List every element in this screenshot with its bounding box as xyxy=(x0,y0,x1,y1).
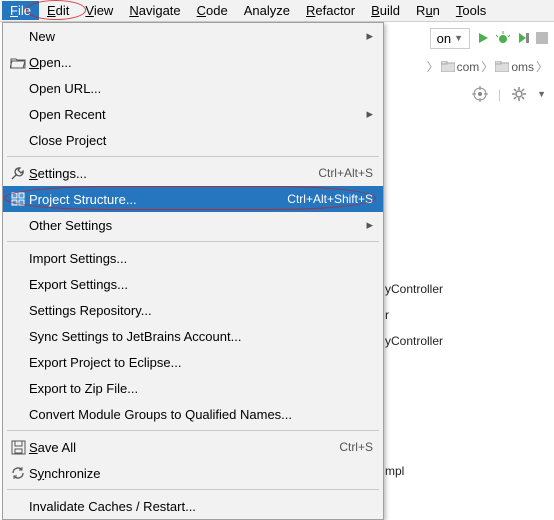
menu-item-synchronize[interactable]: Synchronize xyxy=(3,460,383,486)
save-icon xyxy=(7,440,29,455)
menu-item-label: Export to Zip File... xyxy=(29,381,373,396)
chevron-down-icon: ▼ xyxy=(454,33,463,43)
menu-item-export-settings[interactable]: Export Settings... xyxy=(3,271,383,297)
menubar-item-view[interactable]: View xyxy=(77,1,121,20)
menubar-item-tools[interactable]: Tools xyxy=(448,1,494,20)
menubar-item-edit[interactable]: Edit xyxy=(39,1,77,20)
menu-item-open-recent[interactable]: Open Recent▸ xyxy=(3,101,383,127)
menu-item-export-to-zip-file[interactable]: Export to Zip File... xyxy=(3,375,383,401)
menubar-item-refactor[interactable]: Refactor xyxy=(298,1,363,20)
sync-icon xyxy=(7,465,29,481)
menu-item-label: Import Settings... xyxy=(29,251,373,266)
menubar-item-build[interactable]: Build xyxy=(363,1,408,20)
menu-shortcut: Ctrl+Alt+Shift+S xyxy=(287,192,373,206)
file-menu-dropdown: New▸Open...Open URL...Open Recent▸Close … xyxy=(2,22,384,520)
menu-item-label: Settings... xyxy=(29,166,318,181)
menu-item-settings-repository[interactable]: Settings Repository... xyxy=(3,297,383,323)
menu-item-new[interactable]: New▸ xyxy=(3,23,383,49)
menu-item-label: Other Settings xyxy=(29,218,366,233)
run-config-label: on xyxy=(437,31,451,46)
modules-icon xyxy=(7,191,29,207)
menu-shortcut: Ctrl+Alt+S xyxy=(318,166,373,180)
menu-item-label: Save All xyxy=(29,440,339,455)
menu-separator xyxy=(7,156,379,157)
menu-item-label: Export Settings... xyxy=(29,277,373,292)
menu-item-save-all[interactable]: Save AllCtrl+S xyxy=(3,434,383,460)
chevron-right-icon: 〉 xyxy=(481,58,493,75)
chevron-down-icon[interactable]: ▼ xyxy=(537,89,546,99)
menu-item-label: New xyxy=(29,29,366,44)
debug-icon[interactable] xyxy=(496,31,510,45)
wrench-icon xyxy=(7,165,29,181)
menubar-item-code[interactable]: Code xyxy=(189,1,236,20)
menu-item-close-project[interactable]: Close Project xyxy=(3,127,383,153)
submenu-arrow-icon: ▸ xyxy=(366,217,373,233)
background-text: yController r yController xyxy=(385,276,443,354)
menu-item-label: Open Recent xyxy=(29,107,366,122)
menu-item-label: Project Structure... xyxy=(29,192,287,207)
gear-icon[interactable] xyxy=(511,86,527,102)
submenu-arrow-icon: ▸ xyxy=(366,28,373,44)
menu-item-settings[interactable]: Settings...Ctrl+Alt+S xyxy=(3,160,383,186)
coverage-icon[interactable] xyxy=(516,31,530,45)
menu-item-label: Convert Module Groups to Qualified Names… xyxy=(29,407,373,422)
chevron-right-icon: 〉 xyxy=(536,58,548,75)
menu-item-label: Close Project xyxy=(29,133,373,148)
menu-item-label: Synchronize xyxy=(29,466,373,481)
menu-item-label: Sync Settings to JetBrains Account... xyxy=(29,329,373,344)
menu-shortcut: Ctrl+S xyxy=(339,440,373,454)
menu-item-other-settings[interactable]: Other Settings▸ xyxy=(3,212,383,238)
menu-item-label: Invalidate Caches / Restart... xyxy=(29,499,373,514)
menu-item-open-url[interactable]: Open URL... xyxy=(3,75,383,101)
breadcrumb: 〉 com 〉 oms 〉 xyxy=(427,58,548,75)
bc-item[interactable]: oms xyxy=(511,60,534,74)
run-config-dropdown[interactable]: on ▼ xyxy=(430,28,470,49)
menu-item-label: Export Project to Eclipse... xyxy=(29,355,373,370)
folder-icon xyxy=(495,61,509,72)
menu-separator xyxy=(7,241,379,242)
menubar-item-analyze[interactable]: Analyze xyxy=(236,1,298,20)
toolbar: on ▼ xyxy=(430,24,548,52)
menubar: FileEditViewNavigateCodeAnalyzeRefactorB… xyxy=(0,0,554,22)
menu-item-project-structure[interactable]: Project Structure...Ctrl+Alt+Shift+S xyxy=(3,186,383,212)
menu-separator xyxy=(7,489,379,490)
menu-item-import-settings[interactable]: Import Settings... xyxy=(3,245,383,271)
target-icon[interactable] xyxy=(472,86,488,102)
menu-item-sync-settings-to-jetbrains-account[interactable]: Sync Settings to JetBrains Account... xyxy=(3,323,383,349)
menu-item-export-project-to-eclipse[interactable]: Export Project to Eclipse... xyxy=(3,349,383,375)
menu-item-invalidate-caches-restart[interactable]: Invalidate Caches / Restart... xyxy=(3,493,383,519)
menu-item-label: Open URL... xyxy=(29,81,373,96)
menu-separator xyxy=(7,430,379,431)
background-text-bottom: mpl xyxy=(385,464,404,478)
folder-icon xyxy=(441,61,455,72)
chevron-right-icon: 〉 xyxy=(427,58,439,75)
menubar-item-navigate[interactable]: Navigate xyxy=(121,1,188,20)
stop-icon[interactable] xyxy=(536,32,548,44)
menubar-item-file[interactable]: File xyxy=(2,1,39,20)
menubar-item-run[interactable]: Run xyxy=(408,1,448,20)
menu-item-label: Settings Repository... xyxy=(29,303,373,318)
editor-toolbar: | ▼ xyxy=(472,86,546,102)
run-icon[interactable] xyxy=(476,31,490,45)
menu-item-convert-module-groups-to-qualified-names[interactable]: Convert Module Groups to Qualified Names… xyxy=(3,401,383,427)
submenu-arrow-icon: ▸ xyxy=(366,106,373,122)
menu-item-open[interactable]: Open... xyxy=(3,49,383,75)
menu-item-label: Open... xyxy=(29,55,373,70)
bc-item[interactable]: com xyxy=(457,60,480,74)
folder-open-icon xyxy=(7,56,29,69)
